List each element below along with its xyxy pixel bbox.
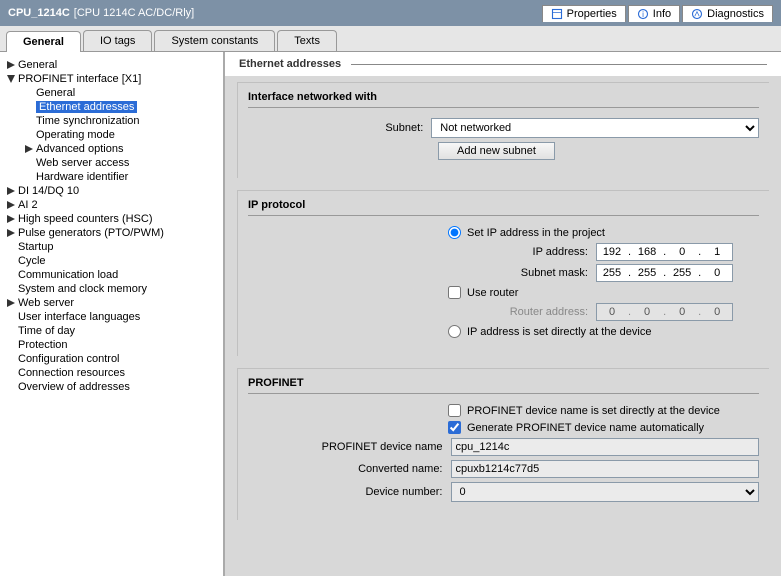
ip-address-field[interactable]: . . .: [596, 243, 733, 261]
page-title: Ethernet addresses: [225, 52, 781, 72]
tree-advanced-options[interactable]: Advanced options: [0, 142, 223, 156]
radio-ip-direct-device[interactable]: IP address is set directly at the device: [448, 325, 759, 338]
device-name: CPU_1214C: [8, 7, 70, 19]
subnet-mask-field[interactable]: . . .: [596, 264, 733, 282]
tree-di-dq[interactable]: DI 14/DQ 10: [0, 184, 223, 198]
panel-title-profinet: PROFINET: [248, 377, 759, 394]
check-generate-name-auto-input[interactable]: [448, 421, 461, 434]
device-number-label: Device number:: [248, 486, 451, 498]
tree-startup[interactable]: Startup: [0, 240, 223, 254]
tab-properties[interactable]: Properties: [542, 5, 626, 22]
tab-system-constants[interactable]: System constants: [154, 30, 275, 51]
tab-texts[interactable]: Texts: [277, 30, 337, 51]
check-profinet-name-direct[interactable]: PROFINET device name is set directly at …: [448, 404, 759, 417]
tree-pulse-gen[interactable]: Pulse generators (PTO/PWM): [0, 226, 223, 240]
tree-operating-mode[interactable]: Operating mode: [0, 128, 223, 142]
converted-name-label: Converted name:: [248, 463, 451, 475]
info-icon: i: [637, 8, 649, 20]
secondary-tab-bar: General IO tags System constants Texts: [0, 26, 781, 52]
tree-configuration-control[interactable]: Configuration control: [0, 352, 223, 366]
tree-general[interactable]: General: [0, 58, 223, 72]
tree-time-sync[interactable]: Time synchronization: [0, 114, 223, 128]
tree-connection-resources[interactable]: Connection resources: [0, 366, 223, 380]
tree-web-server[interactable]: Web server: [0, 296, 223, 310]
use-router-checkbox[interactable]: Use router: [448, 286, 759, 299]
converted-name-field: [451, 460, 760, 478]
tree-time-of-day[interactable]: Time of day: [0, 324, 223, 338]
tree-protection[interactable]: Protection: [0, 338, 223, 352]
check-generate-name-auto[interactable]: Generate PROFINET device name automatica…: [448, 421, 759, 434]
router-address-field: . . .: [596, 303, 733, 321]
tree-hsc[interactable]: High speed counters (HSC): [0, 212, 223, 226]
tab-io-tags[interactable]: IO tags: [83, 30, 152, 51]
check-profinet-name-direct-input[interactable]: [448, 404, 461, 417]
panel-interface-networked: Interface networked with Subnet: Not net…: [237, 82, 769, 178]
panel-title-ip: IP protocol: [248, 199, 759, 216]
diagnostics-icon: [691, 8, 703, 20]
panel-ip-protocol: IP protocol Set IP address in the projec…: [237, 190, 769, 356]
content-pane: Ethernet addresses Interface networked w…: [225, 52, 781, 576]
tree-hardware-identifier[interactable]: Hardware identifier: [0, 170, 223, 184]
subnet-label: Subnet:: [248, 122, 431, 134]
properties-icon: [551, 8, 563, 20]
radio-ip-direct-input[interactable]: [448, 325, 461, 338]
panel-title-interface: Interface networked with: [248, 91, 759, 108]
use-router-input[interactable]: [448, 286, 461, 299]
tree-ui-languages[interactable]: User interface languages: [0, 310, 223, 324]
profinet-device-name-label: PROFINET device name: [248, 441, 451, 453]
tree-cycle[interactable]: Cycle: [0, 254, 223, 268]
radio-set-ip-project-input[interactable]: [448, 226, 461, 239]
router-address-label: Router address:: [470, 306, 596, 318]
tab-general[interactable]: General: [6, 31, 81, 52]
profinet-device-name-field[interactable]: [451, 438, 760, 456]
tab-diagnostics[interactable]: Diagnostics: [682, 5, 773, 22]
panel-profinet: PROFINET PROFINET device name is set dir…: [237, 368, 769, 520]
tree-ai2[interactable]: AI 2: [0, 198, 223, 212]
tree-profinet-interface[interactable]: PROFINET interface [X1]: [0, 72, 223, 86]
svg-text:i: i: [642, 10, 644, 19]
tree-web-server-access[interactable]: Web server access: [0, 156, 223, 170]
device-type: [CPU 1214C AC/DC/Rly]: [74, 7, 194, 19]
tree-communication-load[interactable]: Communication load: [0, 268, 223, 282]
nav-tree[interactable]: General PROFINET interface [X1] General …: [0, 52, 225, 576]
subnet-mask-label: Subnet mask:: [470, 267, 596, 279]
tree-system-clock-memory[interactable]: System and clock memory: [0, 282, 223, 296]
subnet-select[interactable]: Not networked: [431, 118, 759, 138]
device-number-select[interactable]: 0: [451, 482, 760, 502]
ip-address-label: IP address:: [470, 246, 596, 258]
tab-info[interactable]: i Info: [628, 5, 680, 22]
add-new-subnet-button[interactable]: Add new subnet: [438, 142, 555, 160]
title-bar: CPU_1214C [CPU 1214C AC/DC/Rly] Properti…: [0, 0, 781, 26]
tree-pn-general[interactable]: General: [0, 86, 223, 100]
radio-set-ip-project[interactable]: Set IP address in the project: [448, 226, 759, 239]
tree-ethernet-addresses[interactable]: Ethernet addresses: [0, 100, 223, 114]
tree-overview-addresses[interactable]: Overview of addresses: [0, 380, 223, 394]
